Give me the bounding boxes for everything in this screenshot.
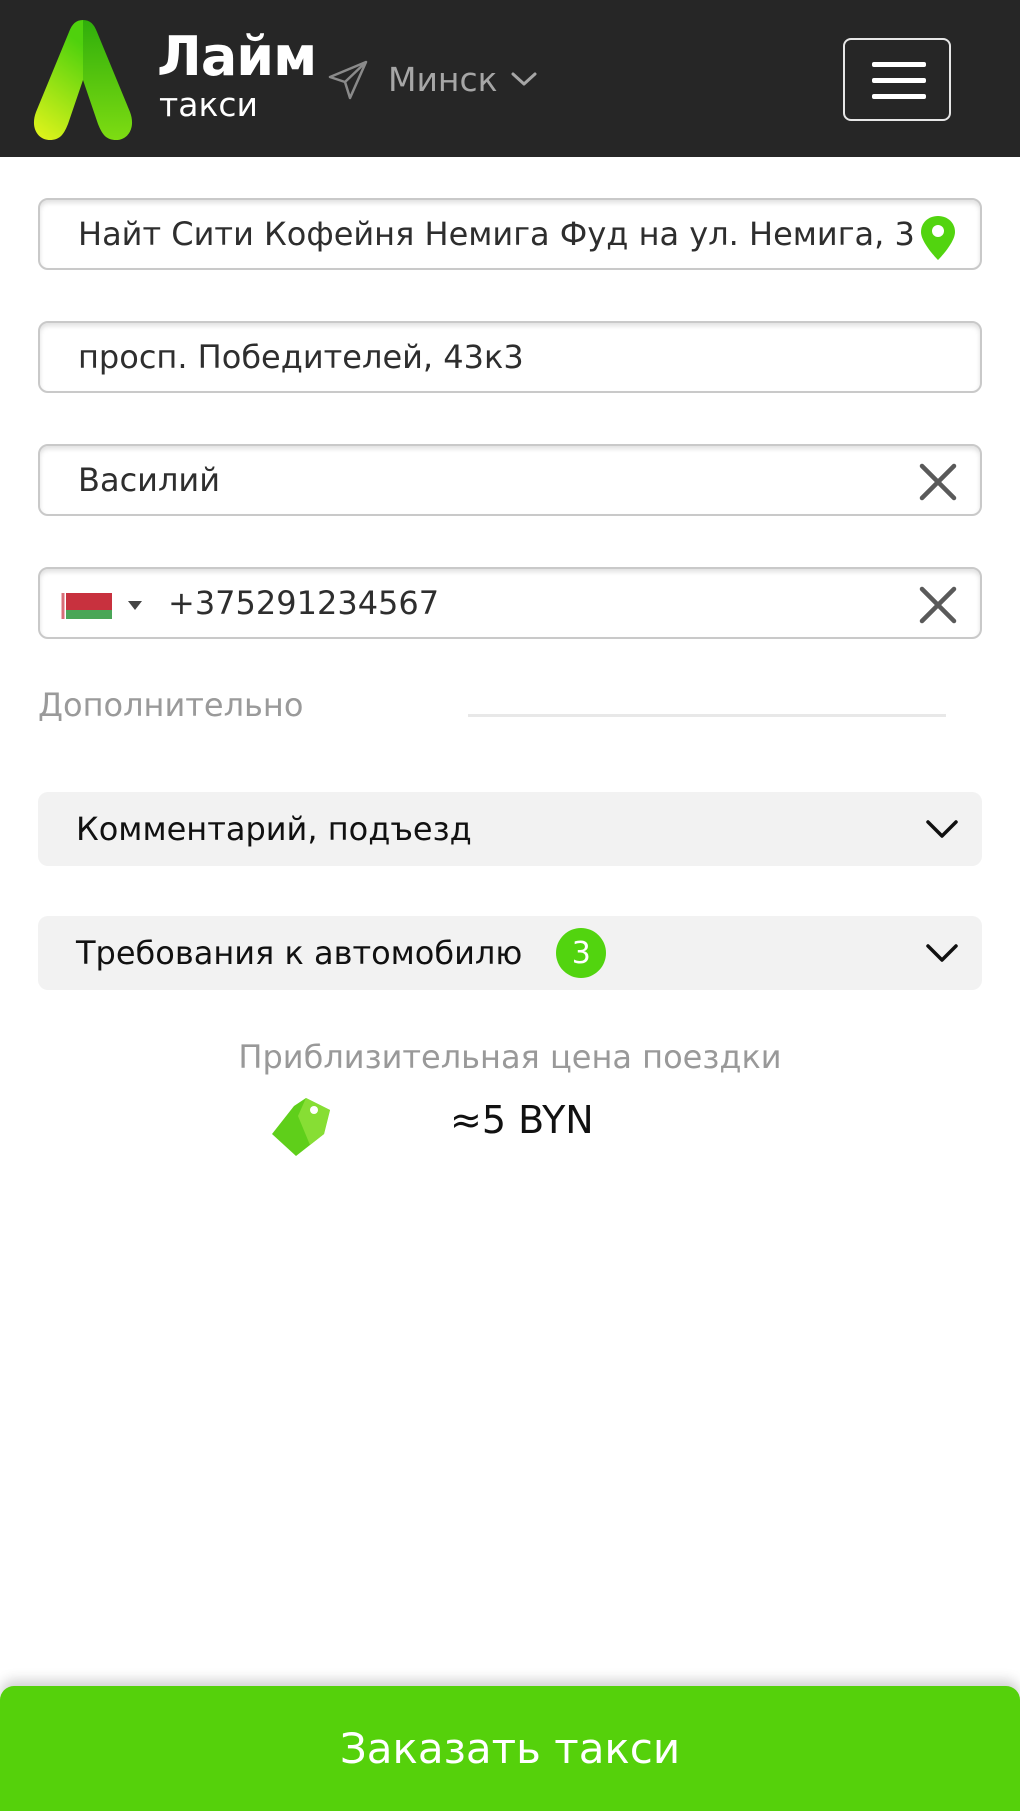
car-requirements-accordion[interactable]: Требования к автомобилю 3 — [38, 916, 982, 990]
from-address-value: Найт Сити Кофейня Немига Фуд на ул. Неми… — [78, 215, 915, 253]
phone-field[interactable]: +375291234567 — [38, 567, 982, 639]
app-header: Лайм такси Минск — [0, 0, 1020, 157]
brand-subtitle: такси — [159, 85, 258, 124]
chevron-down-icon — [926, 820, 958, 838]
city-label: Минск — [388, 59, 498, 99]
paper-plane-icon[interactable] — [326, 58, 370, 102]
by-flag[interactable] — [60, 593, 112, 619]
from-address-field[interactable]: Найт Сити Кофейня Немига Фуд на ул. Неми… — [38, 198, 982, 270]
city-selector[interactable]: Минск — [388, 54, 538, 104]
lime-logo[interactable] — [28, 16, 138, 142]
to-address-field[interactable]: просп. Победителей, 43к3 — [38, 321, 982, 393]
to-address-value: просп. Победителей, 43к3 — [78, 338, 524, 376]
requirements-count-badge: 3 — [556, 928, 607, 978]
chevron-down-icon — [511, 72, 537, 86]
brand-name: Лайм — [157, 25, 317, 88]
close-icon[interactable] — [916, 460, 960, 504]
menu-button[interactable] — [843, 38, 951, 121]
additional-section-label: Дополнительно — [38, 686, 304, 724]
comment-accordion[interactable]: Комментарий, подъезд — [38, 792, 982, 866]
price-tag-icon — [272, 1098, 330, 1156]
close-icon[interactable] — [916, 583, 960, 627]
name-value: Василий — [78, 461, 220, 499]
map-pin-icon[interactable] — [916, 211, 960, 261]
chevron-down-icon — [926, 944, 958, 962]
phone-value: +375291234567 — [168, 584, 440, 622]
comment-label: Комментарий, подъезд — [76, 810, 472, 848]
price-caption: Приблизительная цена поездки — [238, 1038, 782, 1076]
price-value: ≈5 BYN — [450, 1098, 594, 1142]
order-taxi-button[interactable]: Заказать такси — [0, 1686, 1020, 1811]
car-requirements-label: Требования к автомобилю — [76, 934, 523, 972]
name-field[interactable]: Василий — [38, 444, 982, 516]
section-divider — [468, 714, 946, 717]
caret-down-icon[interactable] — [128, 601, 142, 611]
